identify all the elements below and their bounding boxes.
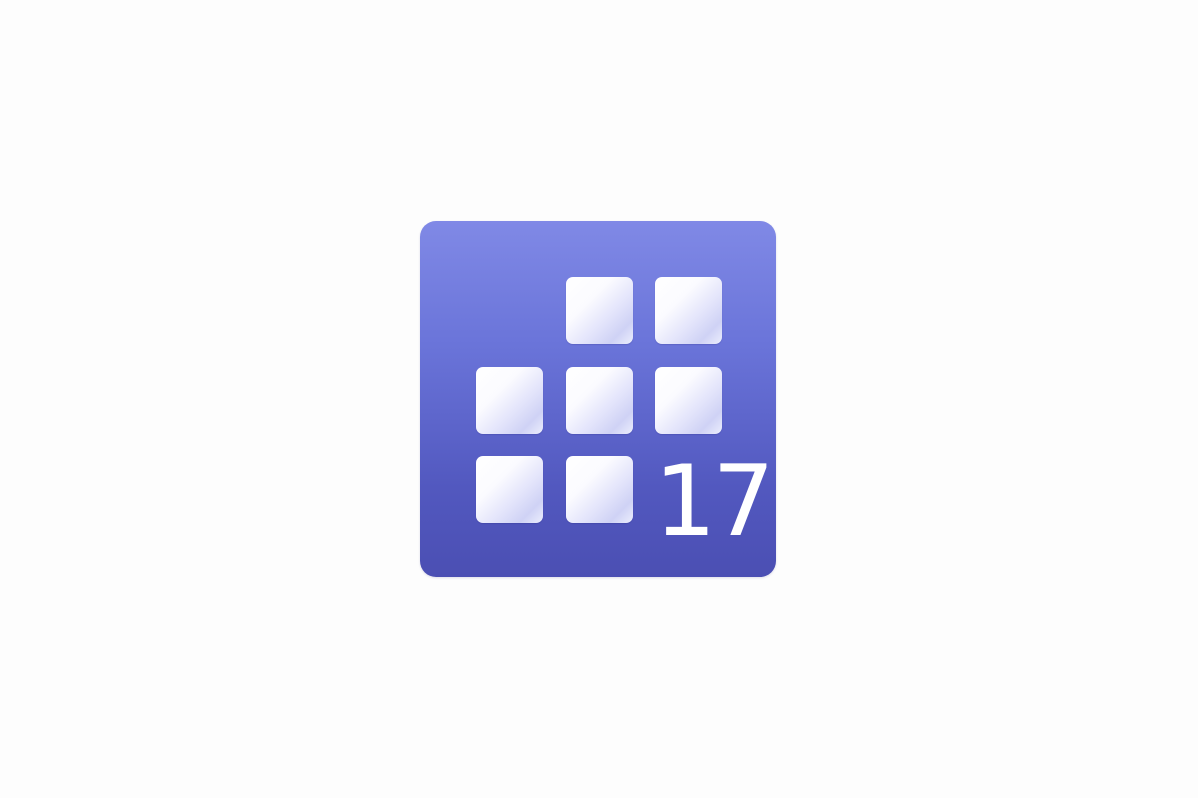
calendar-day-tile xyxy=(566,367,633,434)
calendar-day-tile xyxy=(566,277,633,344)
calendar-day-tile xyxy=(476,456,543,523)
day-number: 17 xyxy=(654,445,775,559)
calendar-day-tile xyxy=(655,277,722,344)
calendar-day-tile xyxy=(476,367,543,434)
calendar-day-tile xyxy=(566,456,633,523)
screen: 17 xyxy=(0,0,1198,798)
calendar-app-icon[interactable]: 17 xyxy=(420,221,776,577)
calendar-day-tile xyxy=(655,367,722,434)
